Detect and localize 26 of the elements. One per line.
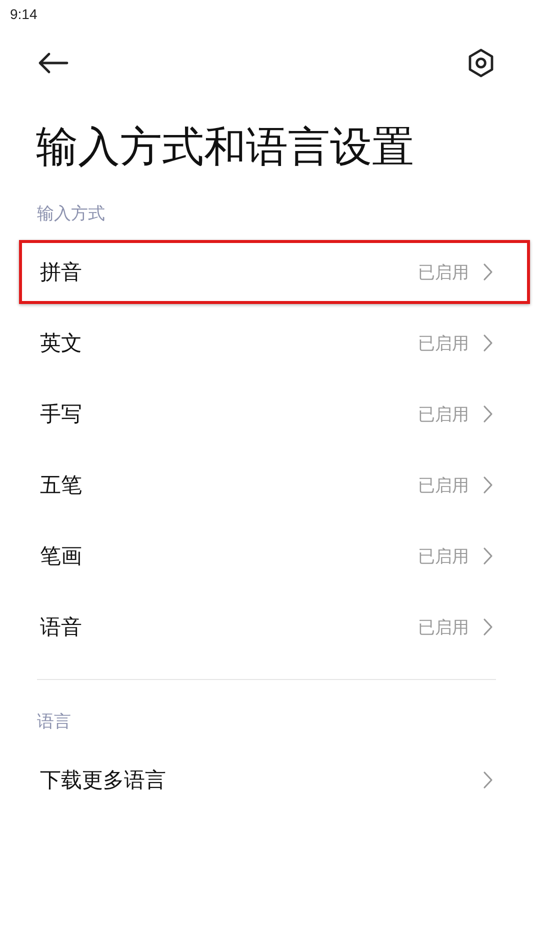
chevron-icon <box>483 771 493 790</box>
settings-item[interactable]: 笔画 已启用 <box>19 524 530 588</box>
status-label: 已启用 <box>418 546 469 568</box>
status-label: 已启用 <box>418 616 469 639</box>
chevron-icon <box>483 618 493 636</box>
status-label: 已启用 <box>418 474 469 497</box>
settings-item[interactable]: 语音 已启用 <box>19 595 530 660</box>
settings-item[interactable]: 下载更多语言 <box>19 748 530 812</box>
page-title: 输入方式和语言设置 <box>35 121 415 172</box>
settings-item[interactable]: 拼音 已启用 <box>19 240 530 304</box>
status-time: 9:14 <box>10 6 38 22</box>
settings-item[interactable]: 英文 已启用 <box>19 311 530 376</box>
settings-item[interactable]: 手写 已启用 <box>19 382 530 446</box>
status-label: 已启用 <box>418 404 469 426</box>
settings-item[interactable]: 五笔 已启用 <box>19 453 530 518</box>
chevron-icon <box>483 547 493 566</box>
back-icon[interactable] <box>37 52 69 74</box>
chevron-icon <box>483 405 493 424</box>
chevron-icon <box>483 476 493 494</box>
section-header: 输入方式 <box>37 204 105 224</box>
settings-icon[interactable] <box>467 48 495 78</box>
chevron-icon <box>483 263 493 282</box>
status-label: 已启用 <box>418 332 469 355</box>
chevron-icon <box>483 334 493 352</box>
status-label: 已启用 <box>418 262 469 284</box>
section-header: 语言 <box>37 712 71 732</box>
